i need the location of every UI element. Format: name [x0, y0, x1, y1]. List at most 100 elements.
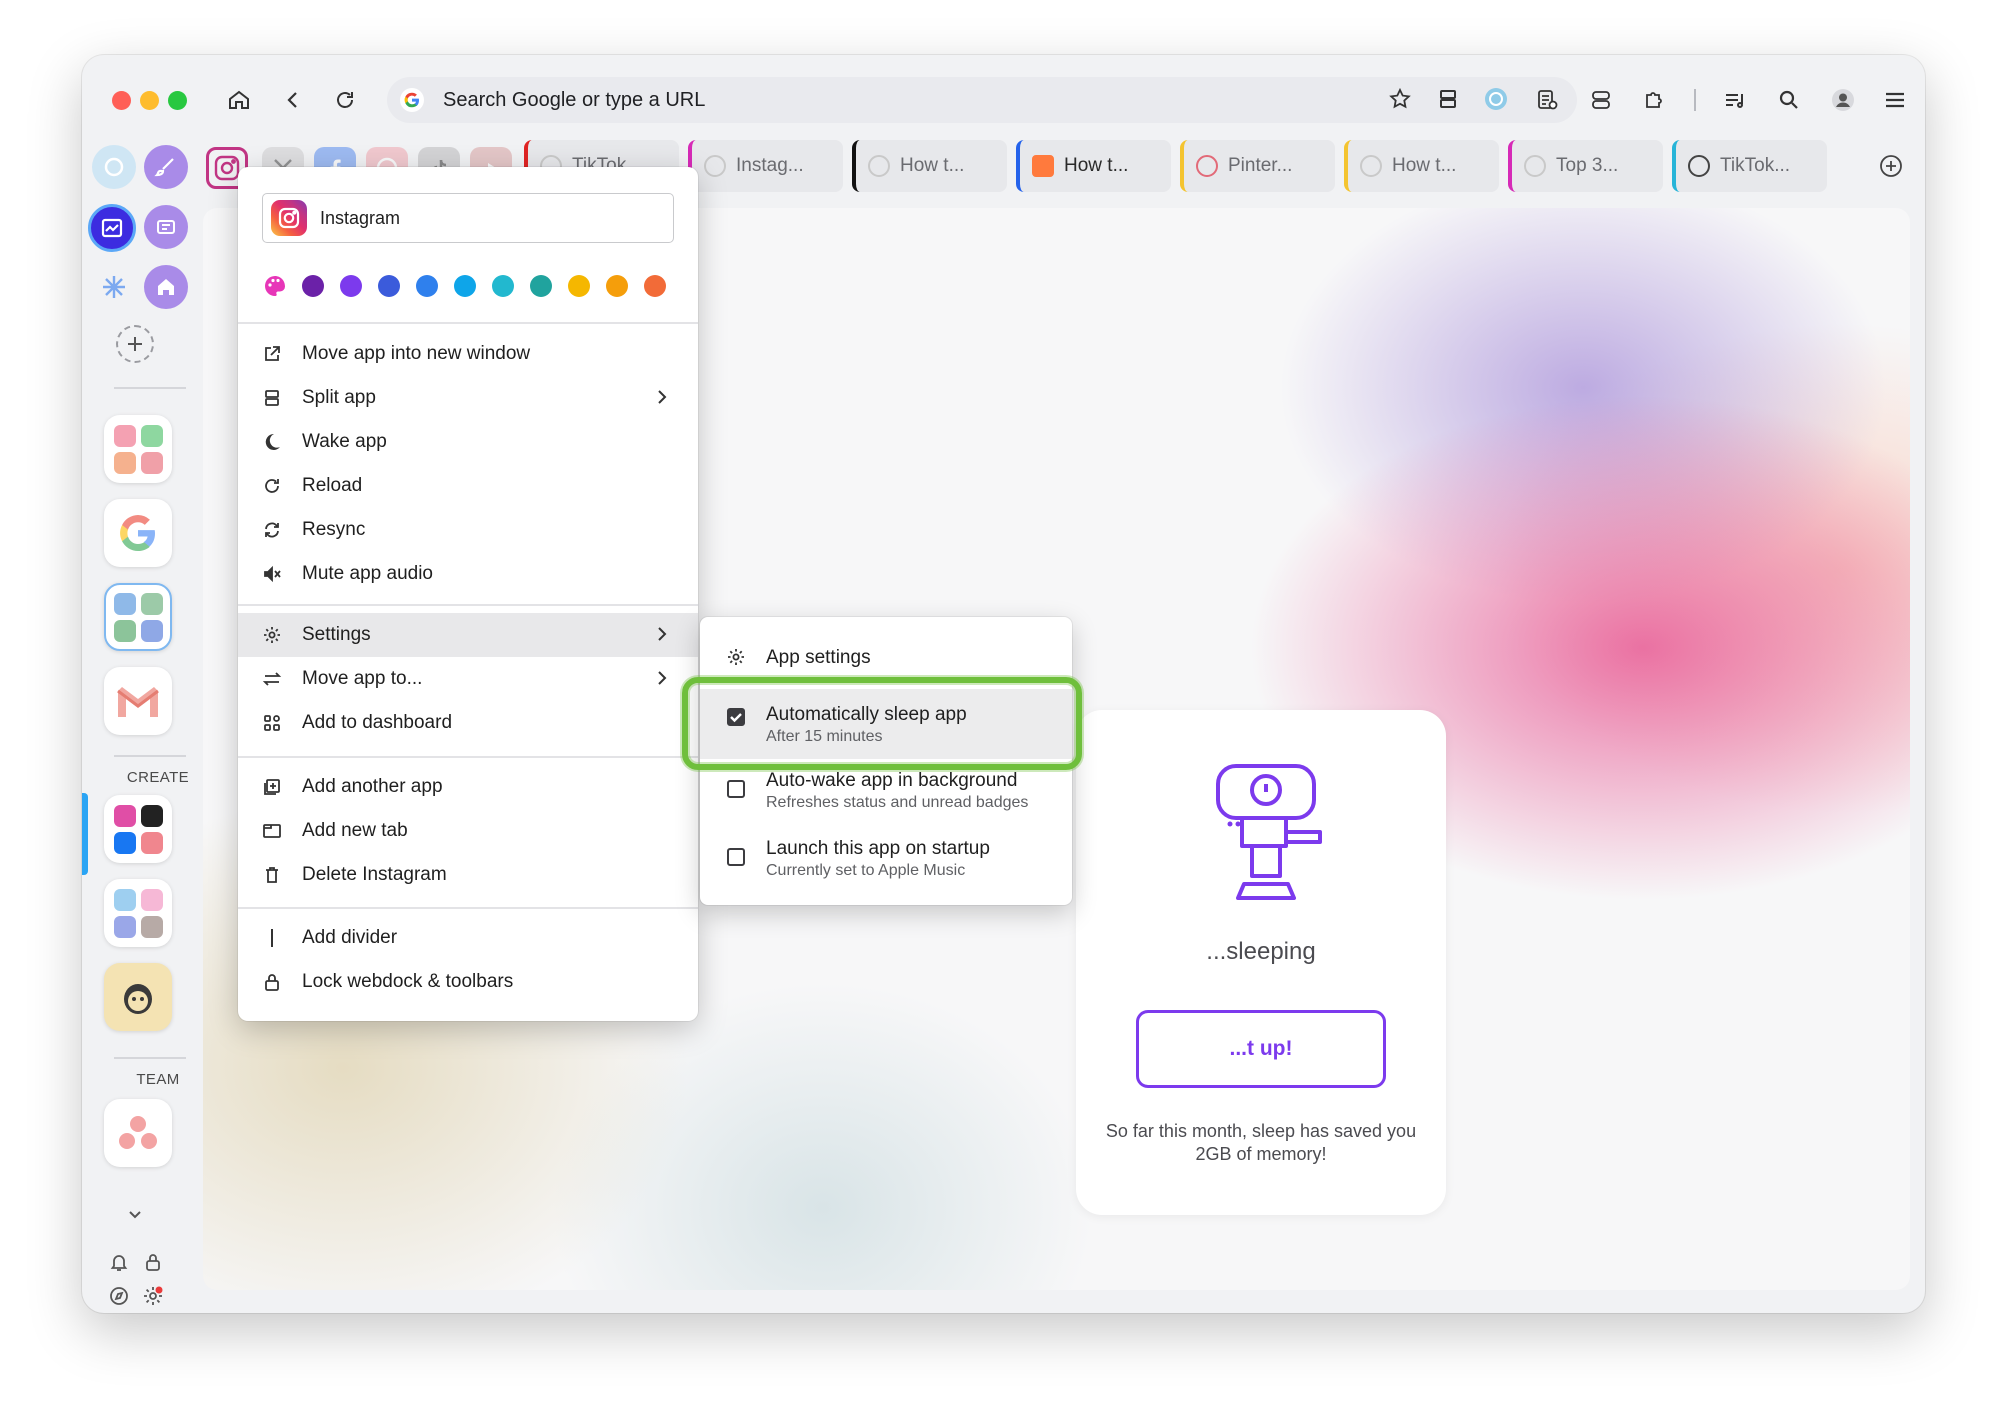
chevron-right-icon	[658, 390, 667, 404]
settings-gear-icon[interactable]	[136, 1279, 170, 1313]
menu-divider	[238, 322, 698, 324]
mute-speaker-icon	[260, 562, 284, 586]
design-apps-group[interactable]	[104, 879, 172, 947]
custom-color-palette-icon[interactable]	[264, 275, 286, 297]
divider-line-icon	[260, 926, 284, 950]
web-tab-6[interactable]: How t...	[1344, 140, 1499, 192]
chevron-down-icon[interactable]	[116, 1195, 154, 1233]
move-app-new-window-item[interactable]: Move app into new window	[238, 332, 698, 376]
toolbar-separator	[1694, 89, 1696, 111]
sparkle-icon[interactable]	[92, 265, 136, 309]
lock-icon[interactable]	[136, 1245, 170, 1279]
split-view-icon	[260, 386, 284, 410]
media-queue-icon[interactable]	[1718, 83, 1752, 117]
extensions-puzzle-icon[interactable]	[1637, 83, 1671, 117]
auto-wake-app-item[interactable]: Auto-wake app in background Refreshes sta…	[700, 767, 1072, 829]
new-tab-plus-icon[interactable]	[1874, 149, 1908, 183]
app-settings-item[interactable]: App settings	[700, 635, 1072, 679]
tab-favicon-icon	[1196, 155, 1218, 177]
launch-on-startup-item[interactable]: Launch this app on startup Currently set …	[700, 835, 1072, 897]
menu-divider	[238, 756, 698, 758]
google-app-tile[interactable]	[104, 499, 172, 567]
auto-sleep-app-item[interactable]: Automatically sleep app After 15 minutes	[700, 689, 1072, 759]
messages-icon[interactable]	[144, 205, 188, 249]
finance-apps-group[interactable]	[104, 583, 172, 651]
tab-favicon-icon	[868, 155, 890, 177]
resync-item[interactable]: Resync	[238, 508, 698, 552]
settings-item[interactable]: Settings	[238, 613, 698, 657]
bell-icon[interactable]	[102, 1245, 136, 1279]
add-new-tab-item[interactable]: Add new tab	[238, 809, 698, 853]
auto-sleep-checkbox[interactable]	[724, 705, 748, 729]
color-swatch[interactable]	[378, 275, 400, 297]
social-apps-group[interactable]	[104, 795, 172, 863]
lock-webdock-item[interactable]: Lock webdock & toolbars	[238, 960, 698, 1004]
launch-startup-checkbox[interactable]	[724, 845, 748, 869]
sleep-card: ...sleeping ...t up! So far this month, …	[1076, 710, 1446, 1215]
tab-favicon-icon	[1688, 155, 1710, 177]
reload-item[interactable]: Reload	[238, 464, 698, 508]
gmail-app-tile[interactable]	[104, 667, 172, 735]
wake-it-up-button[interactable]: ...t up!	[1136, 1010, 1386, 1088]
bookmark-star-icon[interactable]	[1383, 82, 1417, 116]
asana-app-tile[interactable]	[104, 1099, 172, 1167]
web-tab-8[interactable]: TikTok...	[1672, 140, 1827, 192]
add-to-dashboard-item[interactable]: Add to dashboard	[238, 701, 698, 745]
color-swatch[interactable]	[530, 275, 552, 297]
web-tab-5[interactable]: Pinter...	[1180, 140, 1335, 192]
color-swatch[interactable]	[416, 275, 438, 297]
profile-extension-icon[interactable]	[1479, 82, 1513, 116]
analytics-app-icon[interactable]	[88, 204, 136, 252]
color-swatch[interactable]	[568, 275, 590, 297]
account-avatar-icon[interactable]	[1826, 83, 1860, 117]
omnibox[interactable]: Search Google or type a URL	[387, 77, 1577, 123]
reading-list-icon[interactable]	[1530, 83, 1564, 117]
color-swatch[interactable]	[302, 275, 324, 297]
sleep-savings-note: So far this month, sleep has saved you 2…	[1105, 1121, 1417, 1164]
app-context-menu: Instagram Move app into new window Split…	[238, 167, 698, 1021]
dock-divider	[114, 387, 186, 389]
web-tab-2[interactable]: Instag...	[688, 140, 843, 192]
delete-app-item[interactable]: Delete Instagram	[238, 853, 698, 897]
color-swatch[interactable]	[454, 275, 476, 297]
add-app-icon[interactable]	[116, 325, 154, 363]
paintbrush-icon[interactable]	[144, 145, 188, 189]
color-swatch[interactable]	[492, 275, 514, 297]
color-swatch[interactable]	[606, 275, 628, 297]
lock-icon	[260, 970, 284, 994]
minimize-window-button[interactable]	[140, 91, 159, 110]
app-name-field[interactable]: Instagram	[262, 193, 674, 243]
home-icon[interactable]	[221, 82, 257, 118]
web-tab-4[interactable]: How t...	[1016, 140, 1171, 192]
color-swatch[interactable]	[340, 275, 362, 297]
color-swatch[interactable]	[644, 275, 666, 297]
google-icon	[400, 88, 424, 112]
sync-icon	[260, 518, 284, 542]
auto-wake-checkbox[interactable]	[724, 777, 748, 801]
web-tab-7[interactable]: Top 3...	[1508, 140, 1663, 192]
menu-hamburger-icon[interactable]	[1878, 83, 1912, 117]
sleep-title: ...sleeping	[1206, 938, 1316, 965]
move-app-to-item[interactable]: Move app to...	[238, 657, 698, 701]
zoom-window-button[interactable]	[168, 91, 187, 110]
add-divider-item[interactable]: Add divider	[238, 916, 698, 960]
home-app-icon[interactable]	[144, 265, 188, 309]
close-window-button[interactable]	[112, 91, 131, 110]
reload-icon[interactable]	[327, 82, 363, 118]
mute-app-audio-item[interactable]: Mute app audio	[238, 552, 698, 596]
web-tab-3[interactable]: How t...	[852, 140, 1007, 192]
add-app-icon	[260, 775, 284, 799]
add-another-app-item[interactable]: Add another app	[238, 765, 698, 809]
split-app-item[interactable]: Split app	[238, 376, 698, 420]
music-apps-group[interactable]	[104, 415, 172, 483]
profile-icon[interactable]	[92, 145, 136, 189]
compass-icon[interactable]	[102, 1279, 136, 1313]
wake-app-item[interactable]: Wake app	[238, 420, 698, 464]
tab-stack-icon[interactable]	[1584, 83, 1618, 117]
mailchimp-app-tile[interactable]	[104, 963, 172, 1031]
back-icon[interactable]	[275, 82, 311, 118]
search-icon[interactable]	[1772, 83, 1806, 117]
split-view-icon[interactable]	[1431, 82, 1465, 116]
menu-divider	[238, 604, 698, 606]
new-tab-icon	[260, 819, 284, 843]
